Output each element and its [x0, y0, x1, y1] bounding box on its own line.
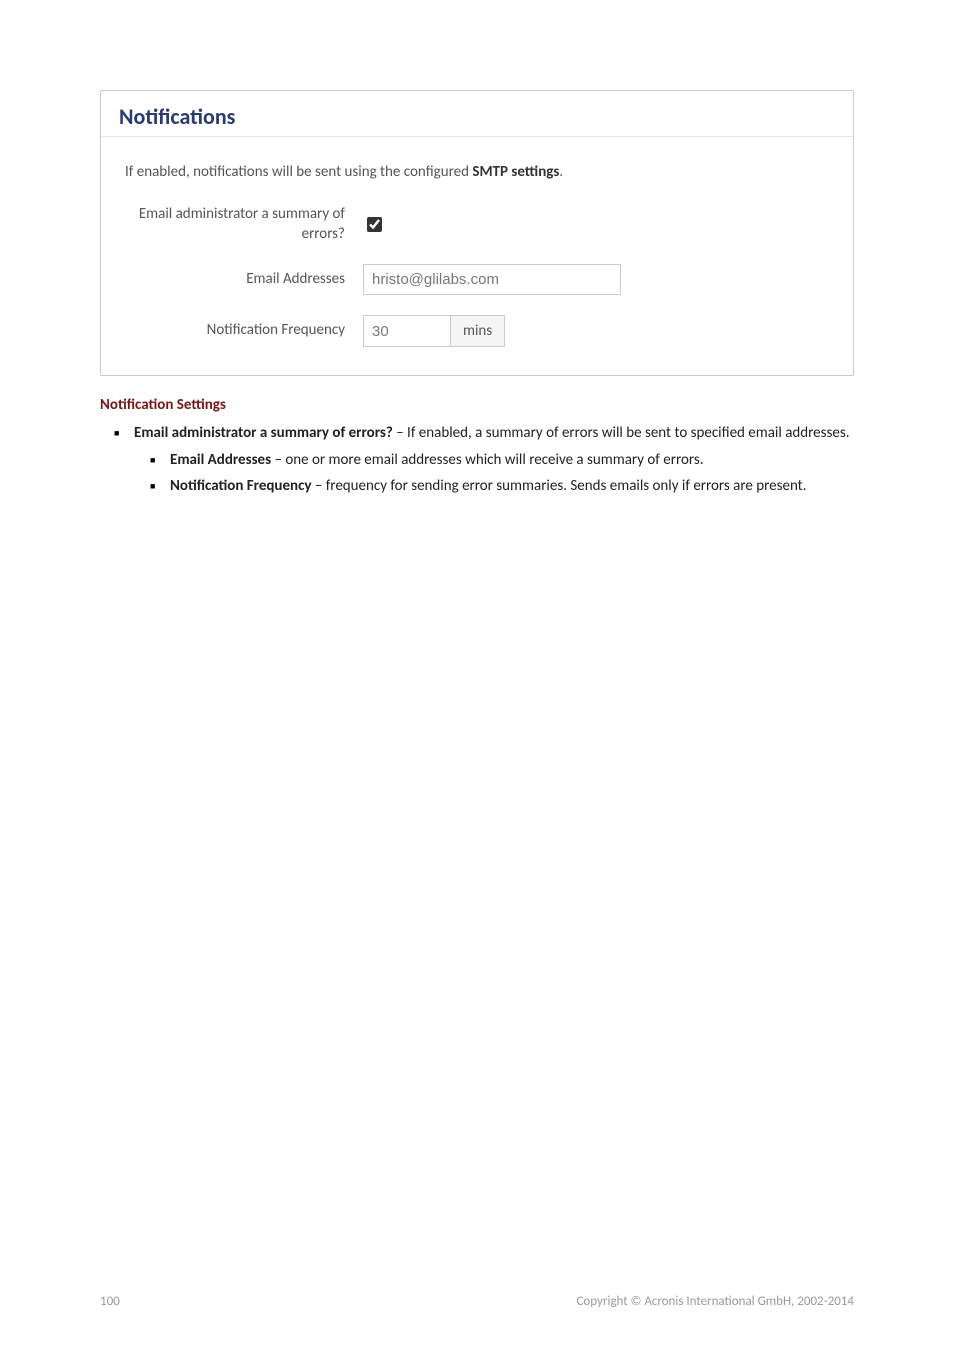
label-email-summary: Email administrator a summary of errors? — [125, 205, 363, 244]
smtp-info-text: If enabled, notifications will be sent u… — [101, 145, 853, 195]
sub-list: Email Addresses – one or more email addr… — [134, 449, 854, 498]
list-item: Email Addresses – one or more email addr… — [170, 449, 854, 472]
item1-rest: – If enabled, a summary of errors will b… — [393, 424, 850, 442]
document-page: Notifications If enabled, notifications … — [0, 0, 954, 1349]
list-item: Email administrator a summary of errors?… — [134, 422, 854, 498]
smtp-settings-link[interactable]: SMTP settings — [472, 163, 559, 181]
label-notification-frequency: Notification Frequency — [125, 321, 363, 341]
list-item: Notification Frequency – frequency for s… — [170, 475, 854, 498]
label-email-addresses: Email Addresses — [125, 270, 363, 290]
panel-body: If enabled, notifications will be sent u… — [101, 137, 853, 375]
item1b-bold: Notification Frequency — [170, 477, 311, 495]
notification-frequency-unit: mins — [451, 315, 505, 347]
row-notification-frequency: Notification Frequency mins — [101, 305, 853, 357]
footer-copyright: Copyright © Acronis International GmbH, … — [576, 1294, 854, 1309]
frequency-input-group: mins — [363, 315, 505, 347]
doc-section-title: Notification Settings — [100, 396, 854, 414]
item1a-rest: – one or more email addresses which will… — [271, 451, 703, 469]
page-number: 100 — [100, 1294, 120, 1309]
notifications-panel: Notifications If enabled, notifications … — [100, 90, 854, 376]
item1-bold: Email administrator a summary of errors? — [134, 424, 393, 442]
notification-frequency-input[interactable] — [363, 315, 451, 347]
page-footer: 100 Copyright © Acronis International Gm… — [100, 1294, 854, 1309]
panel-title: Notifications — [119, 103, 835, 130]
info-prefix: If enabled, notifications will be sent u… — [125, 163, 472, 181]
doc-list: Email administrator a summary of errors?… — [100, 422, 854, 498]
item1a-bold: Email Addresses — [170, 451, 271, 469]
item1b-rest: – frequency for sending error summaries.… — [311, 477, 806, 495]
email-addresses-input[interactable] — [363, 264, 621, 295]
email-summary-checkbox[interactable] — [367, 217, 382, 232]
info-suffix: . — [559, 163, 563, 181]
panel-header: Notifications — [101, 91, 853, 137]
email-summary-checkbox-wrap — [363, 214, 385, 235]
row-email-addresses: Email Addresses — [101, 254, 853, 305]
row-email-summary: Email administrator a summary of errors? — [101, 195, 853, 254]
